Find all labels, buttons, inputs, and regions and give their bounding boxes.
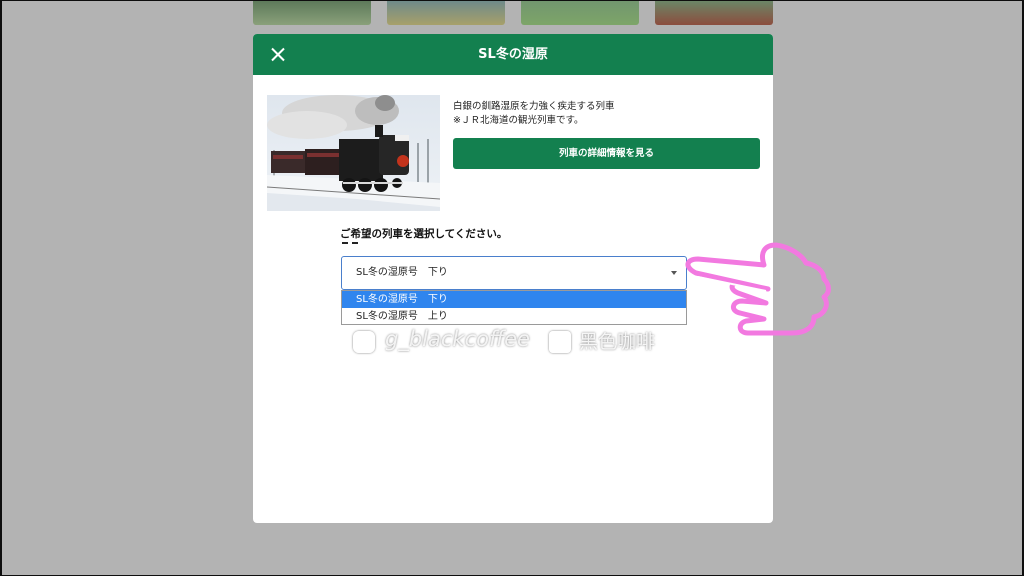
train-description: 白銀の釧路湿原を力強く疾走する列車 ※ＪＲ北海道の観光列車です。 xyxy=(453,100,615,128)
train-select[interactable]: SL冬の湿原号 下り xyxy=(341,256,687,290)
train-photo xyxy=(267,95,440,211)
modal-header: SL冬の湿原 xyxy=(253,34,773,75)
select-prompt: ご希望の列車を選択してください。 xyxy=(340,228,508,240)
train-select-dropdown: SL冬の湿原号 下り SL冬の湿原号 上り xyxy=(341,290,687,325)
watermark-facebook-page: 黑色咖啡 xyxy=(579,331,656,353)
train-select-value: SL冬の湿原号 下り xyxy=(356,267,448,278)
prompt-underline-mark xyxy=(342,242,358,244)
instagram-icon xyxy=(353,331,375,353)
modal-title: SL冬の湿原 xyxy=(478,47,548,62)
pointing-hand-icon xyxy=(685,242,831,336)
watermark: g_blackcoffee f 黑色咖啡 xyxy=(353,321,683,357)
background-thumbnail xyxy=(253,1,371,25)
train-details-button[interactable]: 列車の詳細情報を見る xyxy=(453,138,760,169)
screen-frame: SL冬の湿原 白銀の釧路湿原を力強く疾走する列車 ※ＪＲ北海道の観光列車です。 … xyxy=(2,1,1022,575)
close-icon[interactable] xyxy=(269,45,288,64)
description-line: 白銀の釧路湿原を力強く疾走する列車 xyxy=(453,101,615,112)
description-line: ※ＪＲ北海道の観光列車です。 xyxy=(453,115,584,126)
background-thumbnail xyxy=(387,1,505,25)
train-option-down[interactable]: SL冬の湿原号 下り xyxy=(342,291,686,308)
background-thumbnail xyxy=(521,1,639,25)
watermark-instagram-handle: g_blackcoffee xyxy=(385,327,530,351)
steam-locomotive-image xyxy=(267,95,440,211)
facebook-icon: f xyxy=(549,331,571,353)
background-thumbnail xyxy=(655,1,773,25)
